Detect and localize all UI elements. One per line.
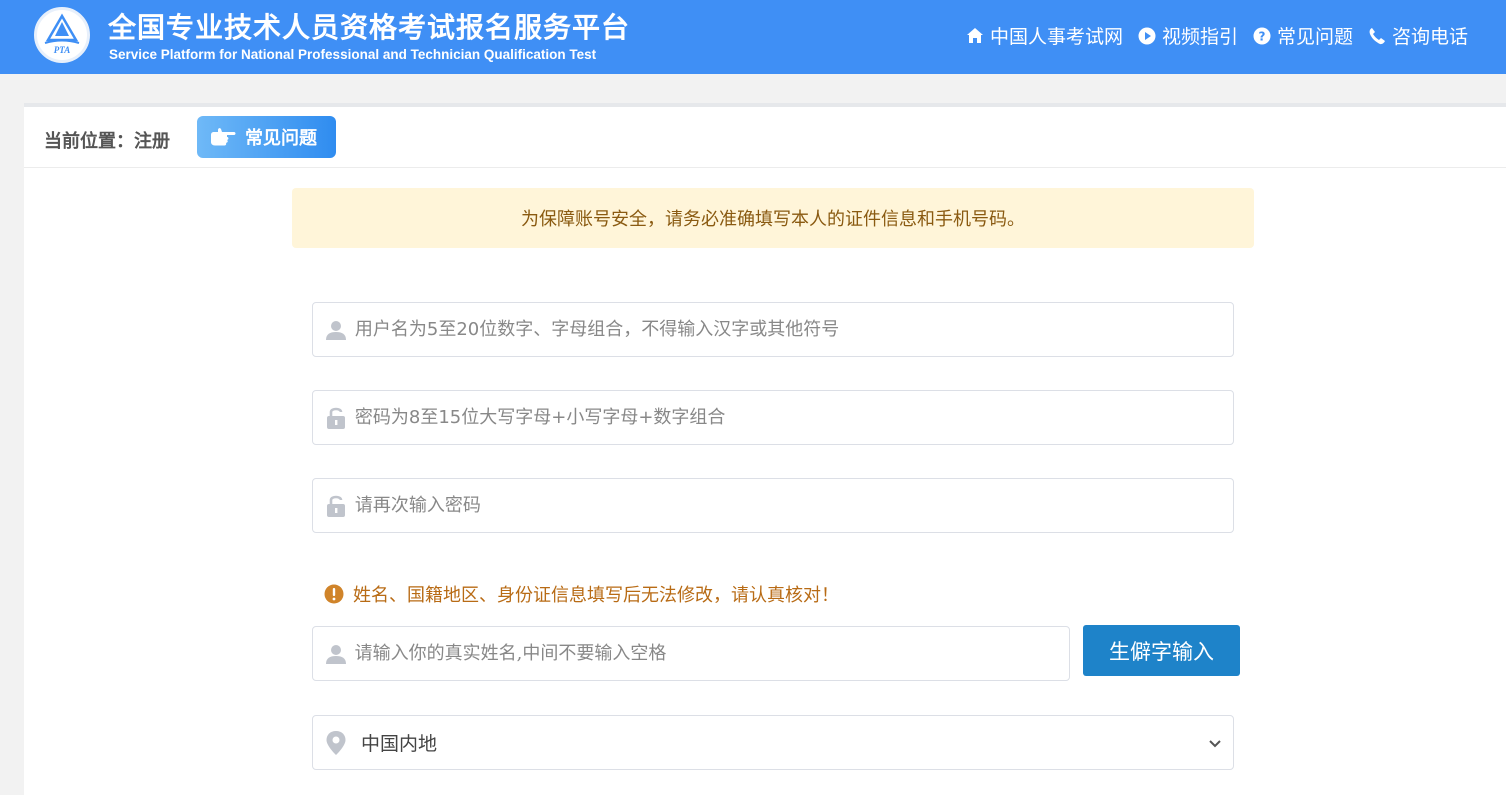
svg-text:?: ? bbox=[1258, 29, 1265, 43]
register-panel: 当前位置：注册 常见问题 为保障账号安全，请务必准确填写本人的证件信息和手机号码… bbox=[24, 103, 1506, 795]
nav-label: 咨询电话 bbox=[1391, 26, 1468, 48]
security-notice: 为保障账号安全，请务必准确填写本人的证件信息和手机号码。 bbox=[292, 188, 1254, 248]
faq-button[interactable]: 常见问题 bbox=[197, 116, 336, 158]
faq-button-label: 常见问题 bbox=[245, 128, 317, 149]
confirm-password-input[interactable] bbox=[354, 479, 1233, 532]
confirm-password-field[interactable] bbox=[312, 478, 1234, 533]
svg-text:PTA: PTA bbox=[54, 45, 71, 55]
lock-icon bbox=[325, 494, 348, 518]
password-field[interactable] bbox=[312, 390, 1234, 445]
username-field[interactable] bbox=[312, 302, 1234, 357]
breadcrumb: 当前位置：注册 bbox=[44, 131, 170, 152]
nav-label: 中国人事考试网 bbox=[989, 26, 1123, 48]
user-icon bbox=[325, 318, 348, 342]
location-pin-icon bbox=[326, 730, 346, 755]
top-header: PTA 全国专业技术人员资格考试报名服务平台 Service Platform … bbox=[0, 0, 1506, 74]
play-icon bbox=[1137, 26, 1157, 46]
breadcrumb-bar: 当前位置：注册 常见问题 bbox=[24, 107, 1506, 168]
region-select[interactable]: 中国内地 bbox=[312, 715, 1234, 770]
user-icon bbox=[325, 642, 348, 666]
top-nav: 中国人事考试网 视频指引 ? 常见问题 咨询电话 bbox=[951, 22, 1468, 49]
nav-label: 视频指引 bbox=[1161, 26, 1238, 48]
site-title: 全国专业技术人员资格考试报名服务平台 bbox=[108, 11, 631, 44]
real-name-field[interactable] bbox=[312, 626, 1070, 681]
nav-label: 常见问题 bbox=[1276, 26, 1353, 48]
rare-character-input-button[interactable]: 生僻字输入 bbox=[1083, 625, 1240, 676]
pta-logo[interactable]: PTA bbox=[34, 7, 90, 63]
nav-hotline[interactable]: 咨询电话 bbox=[1367, 22, 1468, 49]
question-icon: ? bbox=[1252, 26, 1272, 46]
pointing-hand-icon bbox=[211, 128, 236, 146]
site-subtitle: Service Platform for National Profession… bbox=[109, 47, 597, 62]
lock-icon bbox=[325, 406, 348, 430]
password-input[interactable] bbox=[354, 391, 1233, 444]
warning-text: 姓名、国籍地区、身份证信息填写后无法修改，请认真核对！ bbox=[353, 585, 839, 606]
nav-cpta-home[interactable]: 中国人事考试网 bbox=[965, 22, 1123, 49]
phone-icon bbox=[1367, 26, 1387, 46]
warning-icon bbox=[324, 584, 344, 604]
home-icon bbox=[965, 26, 985, 46]
nav-video-guide[interactable]: 视频指引 bbox=[1137, 22, 1238, 49]
identity-warning: 姓名、国籍地区、身份证信息填写后无法修改，请认真核对！ bbox=[324, 581, 839, 607]
username-input[interactable] bbox=[354, 303, 1233, 356]
real-name-input[interactable] bbox=[354, 627, 1069, 680]
chevron-down-icon bbox=[1209, 739, 1221, 747]
nav-faq[interactable]: ? 常见问题 bbox=[1252, 22, 1353, 49]
region-value: 中国内地 bbox=[361, 733, 438, 755]
